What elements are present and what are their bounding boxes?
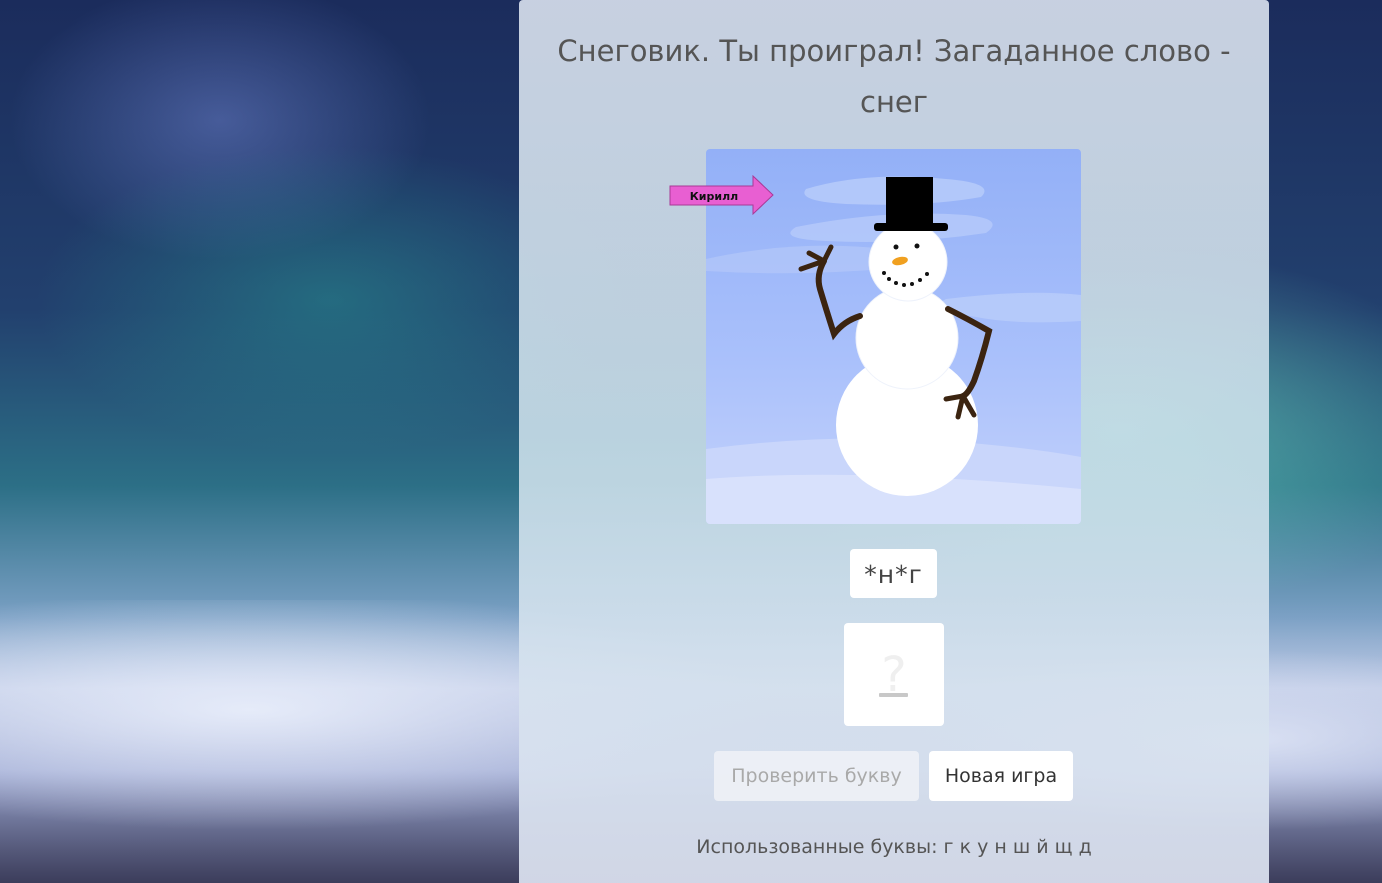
check-letter-button[interactable]: Проверить букву [714, 751, 919, 801]
player-name-arrow: Кирилл [669, 174, 775, 221]
player-name-label: Кирилл [690, 190, 738, 203]
game-panel: Снеговик. Ты проиграл! Загаданное слово … [519, 0, 1269, 883]
letter-input[interactable] [844, 623, 944, 726]
input-underline [879, 693, 908, 697]
page-title: Снеговик. Ты проиграл! Загаданное слово … [557, 34, 1231, 119]
masked-word: *н*г [850, 549, 937, 598]
used-letters: Использованные буквы: г к у н ш й щ д [696, 836, 1092, 858]
new-game-button[interactable]: Новая игра [929, 751, 1073, 801]
